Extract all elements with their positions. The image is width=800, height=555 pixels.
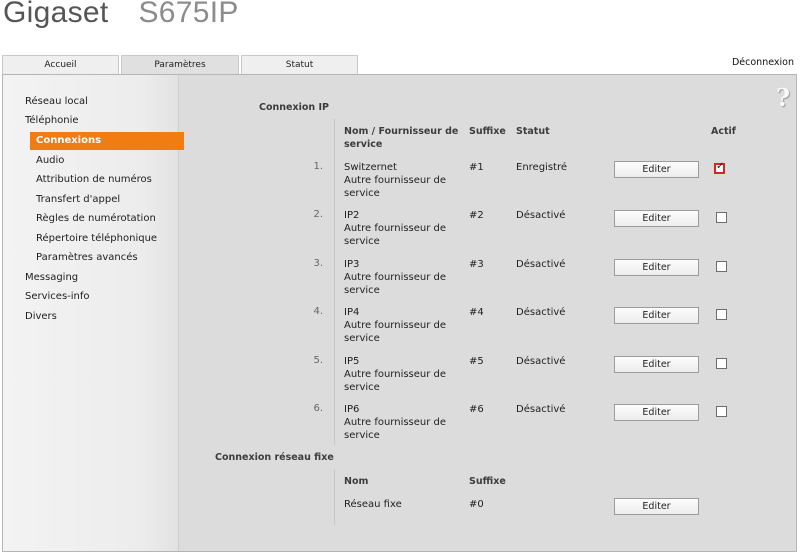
active-checkbox-2[interactable] <box>716 212 727 223</box>
edit-button-3[interactable]: Editer <box>614 259 699 276</box>
fixed-header-name: Nom <box>344 476 369 487</box>
fixed-row-name: Réseau fixe <box>344 499 402 510</box>
tab-parametres[interactable]: Paramètres <box>121 55 239 76</box>
edit-button-1[interactable]: Editer <box>614 161 699 178</box>
header-active: Actif <box>711 126 736 137</box>
row-2-name: IP2 <box>344 210 360 221</box>
header-status: Statut <box>516 126 550 137</box>
sidebar-item-reseau-local[interactable]: Réseau local <box>25 96 88 107</box>
fixed-section-title: Connexion réseau fixe <box>215 452 334 463</box>
brand-logo: Gigaset S675IP <box>3 0 239 30</box>
tab-accueil[interactable]: Accueil <box>2 55 119 75</box>
sidebar-item-audio[interactable]: Audio <box>36 155 64 166</box>
sidebar-item-attribution[interactable]: Attribution de numéros <box>36 174 152 185</box>
row-3-provider: Autre fournisseur de service <box>344 272 447 296</box>
sidebar: Réseau local Téléphonie Connexions Audio… <box>3 75 184 551</box>
row-1-provider: Autre fournisseur de service <box>344 175 447 199</box>
sidebar-item-transfert[interactable]: Transfert d'appel <box>36 194 120 205</box>
header-name: Nom / Fournisseur de service <box>344 126 459 150</box>
row-5-index: 5. <box>313 355 323 366</box>
sidebar-item-messaging[interactable]: Messaging <box>25 272 78 283</box>
row-3-status: Désactivé <box>516 259 566 270</box>
row-5-suffix: #5 <box>469 356 484 367</box>
fixed-section-divider <box>334 469 335 525</box>
row-3-index: 3. <box>313 258 323 269</box>
sidebar-item-services-info[interactable]: Services-info <box>25 291 90 302</box>
logout-link[interactable]: Déconnexion <box>732 57 794 68</box>
help-icon[interactable]: ? <box>776 83 790 112</box>
edit-button-5[interactable]: Editer <box>614 356 699 373</box>
header-suffix: Suffixe <box>469 126 506 137</box>
row-2-index: 2. <box>313 209 323 220</box>
row-4-suffix: #4 <box>469 307 484 318</box>
row-1-name: Switzernet <box>344 162 397 173</box>
row-4-status: Désactivé <box>516 307 566 318</box>
sidebar-item-telephonie[interactable]: Téléphonie <box>25 115 79 126</box>
edit-button-fixed[interactable]: Editer <box>614 498 699 515</box>
row-3-name: IP3 <box>344 259 360 270</box>
row-4-provider: Autre fournisseur de service <box>344 320 447 344</box>
active-checkbox-1[interactable] <box>714 161 725 174</box>
row-6-name: IP6 <box>344 404 360 415</box>
sidebar-item-repertoire[interactable]: Répertoire téléphonique <box>36 233 157 244</box>
brand-model: S675IP <box>138 0 239 29</box>
edit-button-6[interactable]: Editer <box>614 404 699 421</box>
sidebar-item-divers[interactable]: Divers <box>25 311 57 322</box>
row-5-provider: Autre fournisseur de service <box>344 369 447 393</box>
row-6-provider: Autre fournisseur de service <box>344 417 447 441</box>
app-root: Gigaset S675IP Accueil Paramètres Statut … <box>0 0 800 555</box>
active-checkbox-4[interactable] <box>716 309 727 320</box>
row-3-suffix: #3 <box>469 259 484 270</box>
edit-button-2[interactable]: Editer <box>614 210 699 227</box>
ip-section-divider <box>334 119 335 445</box>
row-1-suffix: #1 <box>469 162 484 173</box>
fixed-row-suffix: #0 <box>469 499 484 510</box>
row-5-status: Désactivé <box>516 356 566 367</box>
row-6-suffix: #6 <box>469 404 484 415</box>
row-4-name: IP4 <box>344 307 360 318</box>
row-5-name: IP5 <box>344 356 360 367</box>
sidebar-item-parametres-avances[interactable]: Paramètres avancés <box>36 252 138 263</box>
sidebar-item-connexions[interactable]: Connexions <box>30 132 184 150</box>
tab-statut[interactable]: Statut <box>241 55 358 75</box>
sidebar-item-regles[interactable]: Règles de numérotation <box>36 213 156 224</box>
row-1-index: 1. <box>313 161 323 172</box>
row-2-status: Désactivé <box>516 210 566 221</box>
row-2-suffix: #2 <box>469 210 484 221</box>
active-checkbox-6[interactable] <box>716 406 727 417</box>
main-panel: Réseau local Téléphonie Connexions Audio… <box>2 74 797 552</box>
active-checkbox-3[interactable] <box>716 261 727 272</box>
fixed-header-suffix: Suffixe <box>469 476 506 487</box>
row-1-status: Enregistré <box>516 162 568 173</box>
row-6-status: Désactivé <box>516 404 566 415</box>
row-2-provider: Autre fournisseur de service <box>344 223 447 247</box>
row-6-index: 6. <box>313 403 323 414</box>
brand-name: Gigaset <box>3 0 109 29</box>
row-4-index: 4. <box>313 306 323 317</box>
ip-section-title: Connexion IP <box>259 102 329 113</box>
active-checkbox-5[interactable] <box>716 358 727 369</box>
edit-button-4[interactable]: Editer <box>614 307 699 324</box>
